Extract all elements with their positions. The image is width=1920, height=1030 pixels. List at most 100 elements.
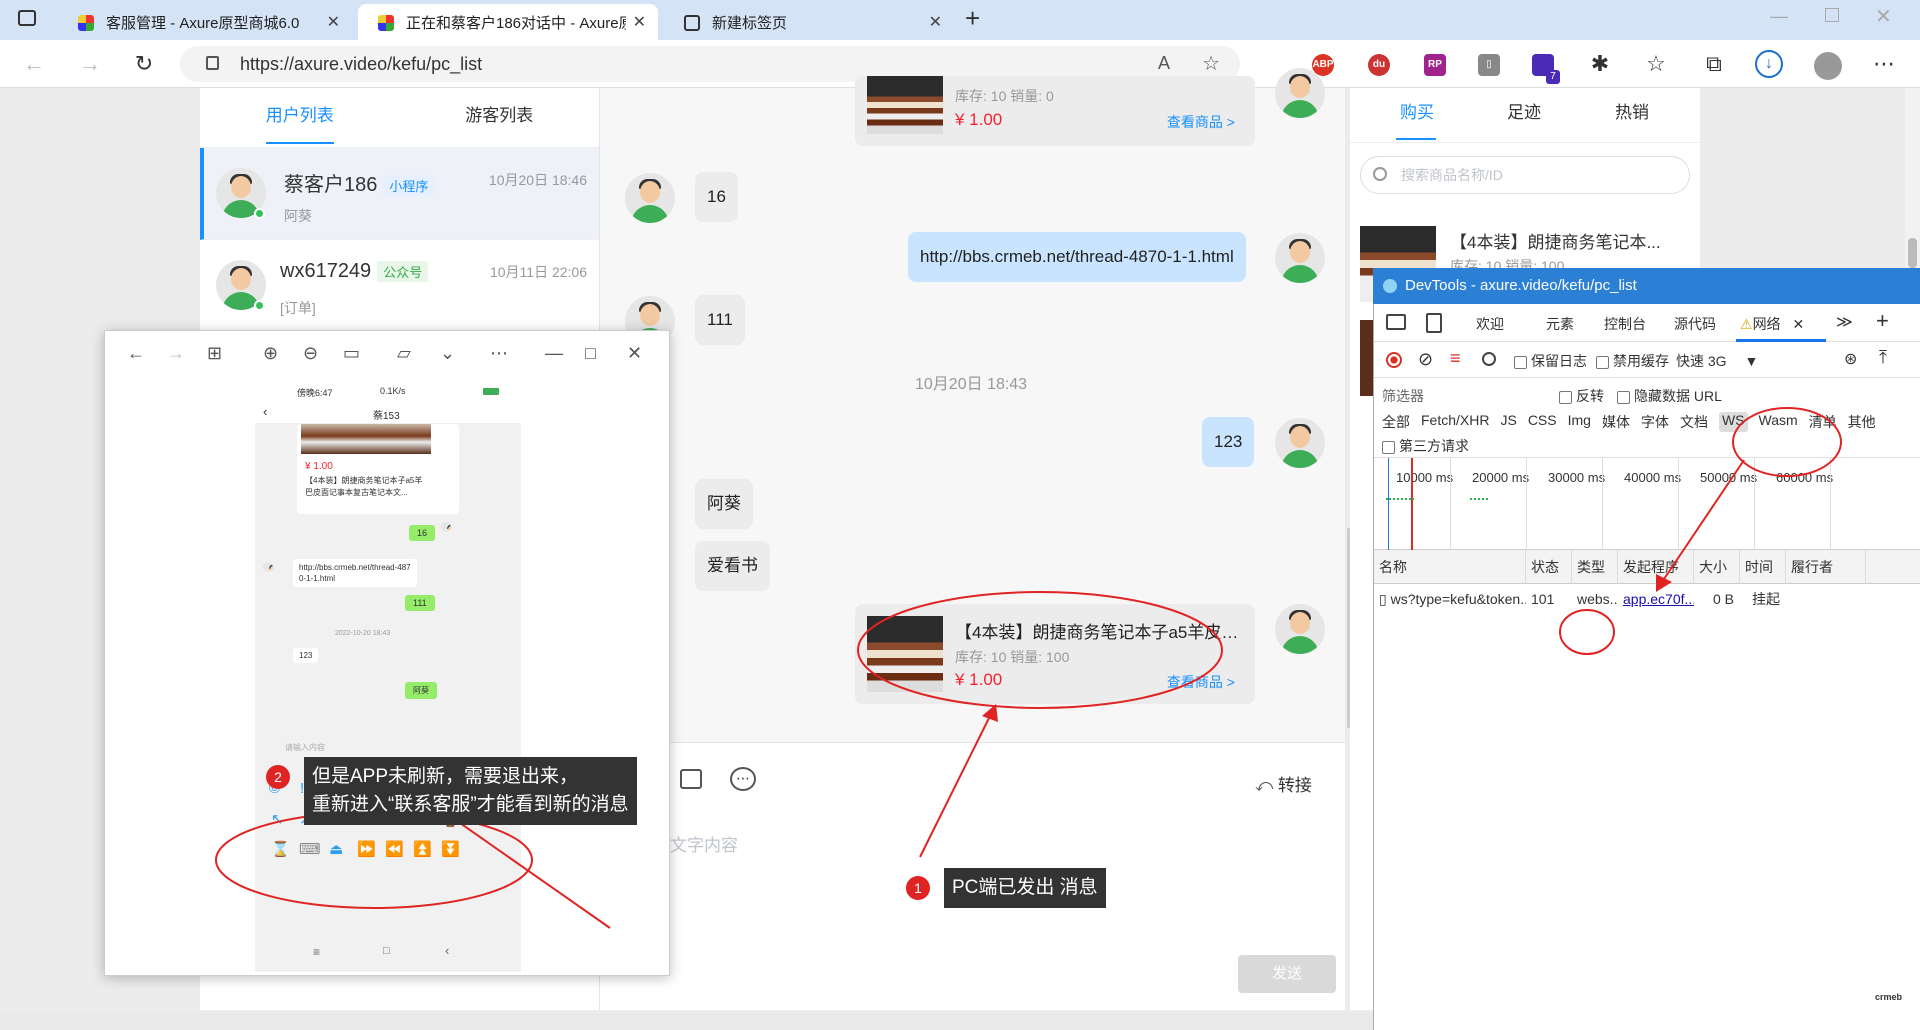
tab-hot[interactable]: 热销	[1615, 98, 1649, 123]
disable-cache-checkbox[interactable]: 禁用缓存	[1596, 351, 1669, 371]
emoji-icon[interactable]: ⏏	[329, 840, 343, 858]
emoji-icon[interactable]: ⌛	[271, 840, 290, 858]
request-initiator[interactable]: app.ec70f...	[1618, 584, 1694, 614]
devtools-tab-sources[interactable]: 源代码	[1674, 314, 1716, 334]
tab-purchase[interactable]: 购买	[1400, 98, 1434, 123]
device-icon[interactable]	[1426, 313, 1442, 333]
transfer-button[interactable]: ⤺ 转接	[1255, 771, 1312, 796]
minimize-icon[interactable]: —	[545, 343, 563, 364]
phone-product-card[interactable]: ¥ 1.00 【4本装】朗捷商务笔记本子a5羊巴皮面记事本复古笔记本文...	[297, 424, 459, 514]
invert-checkbox[interactable]: 反转	[1559, 386, 1604, 406]
grid-icon[interactable]: ⊞	[207, 343, 222, 364]
download-icon[interactable]: ↓	[1755, 50, 1783, 78]
type-filter-js[interactable]: JS	[1500, 412, 1516, 432]
emoji-icon[interactable]: ⏬	[441, 840, 460, 858]
collections-icon[interactable]: ⧉	[1700, 50, 1728, 78]
maximize-icon[interactable]	[1825, 8, 1839, 22]
column-status[interactable]: 状态	[1526, 550, 1572, 584]
zoom-out-icon[interactable]: ⊖	[303, 343, 318, 364]
close-icon[interactable]: ✕	[929, 12, 942, 32]
product-search-input[interactable]: 搜索商品名称/ID	[1360, 156, 1690, 194]
tab-actions-icon[interactable]	[18, 10, 36, 26]
more-tabs-icon[interactable]: ≫	[1836, 312, 1853, 332]
close-icon[interactable]: ✕	[327, 12, 340, 32]
type-filter-all[interactable]: 全部	[1382, 412, 1410, 432]
user-item[interactable]: wx617249 公众号 10月11日 22:06 [订单]	[200, 240, 599, 332]
devtools-tab-elements[interactable]: 元素	[1546, 314, 1574, 334]
type-filter-manifest[interactable]: 清单	[1809, 412, 1837, 432]
message-input[interactable]: 文字内容	[670, 831, 738, 856]
record-icon[interactable]	[1386, 352, 1402, 368]
message-bubble[interactable]: http://bbs.crmeb.net/thread-4870-1-1.htm…	[908, 232, 1246, 282]
filter-icon[interactable]: ≡	[1450, 348, 1461, 369]
browser-tab-1[interactable]: 客服管理 - Axure原型商城6.0 ✕	[58, 4, 352, 40]
new-tab-icon[interactable]: +	[965, 3, 980, 34]
browser-tab-2[interactable]: 正在和蔡客户186对话中 - Axure原型 ✕	[358, 4, 658, 40]
profile-avatar[interactable]	[1814, 52, 1842, 80]
extension-icon[interactable]: RP	[1424, 54, 1446, 76]
back-icon[interactable]: ←	[127, 343, 145, 364]
minimize-icon[interactable]: —	[1770, 6, 1788, 27]
column-type[interactable]: 类型	[1572, 550, 1618, 584]
upload-icon[interactable]: ⤒	[1879, 347, 1887, 368]
type-filter-wasm[interactable]: Wasm	[1759, 412, 1798, 432]
type-filter-css[interactable]: CSS	[1528, 412, 1557, 432]
back-icon[interactable]: ‹	[445, 943, 449, 958]
tab-footprint[interactable]: 足迹	[1507, 98, 1541, 123]
search-icon[interactable]	[1482, 352, 1496, 366]
type-filter-other[interactable]: 其他	[1848, 412, 1876, 432]
browser-tab-3[interactable]: 新建标签页 ✕	[664, 4, 954, 40]
devtools-tab-network[interactable]: ⚠网络 ✕	[1740, 314, 1804, 334]
type-filter-img[interactable]: Img	[1568, 412, 1591, 432]
more-icon[interactable]: ⋯	[490, 343, 508, 364]
back-icon[interactable]: ←	[20, 50, 48, 78]
devtools-title-bar[interactable]: DevTools - axure.video/kefu/pc_list	[1373, 268, 1920, 304]
column-initiator[interactable]: 发起程序	[1618, 550, 1694, 584]
type-filter-xhr[interactable]: Fetch/XHR	[1421, 412, 1489, 432]
close-icon[interactable]: ✕	[633, 12, 646, 32]
throttle-select[interactable]: 快速 3G ▼	[1676, 351, 1758, 371]
zoom-in-icon[interactable]: ⊕	[263, 343, 278, 364]
emoji-icon[interactable]: ⏫	[413, 840, 432, 858]
tab-user-list[interactable]: 用户列表	[200, 88, 400, 147]
refresh-icon[interactable]: ↻	[130, 50, 158, 78]
add-tab-icon[interactable]: +	[1876, 308, 1889, 334]
emoji-icon[interactable]: ⏩	[357, 840, 376, 858]
third-party-checkbox[interactable]: 第三方请求	[1382, 436, 1469, 456]
back-icon[interactable]: ‹	[263, 404, 267, 419]
filter-input[interactable]: 筛选器	[1382, 386, 1552, 406]
forward-icon[interactable]: →	[167, 343, 185, 364]
view-product-link[interactable]: 查看商品 >	[1167, 112, 1235, 132]
type-filter-doc[interactable]: 文档	[1680, 412, 1708, 432]
type-filter-ws[interactable]: WS	[1718, 412, 1748, 432]
emoji-icon[interactable]: ⌨	[299, 840, 321, 858]
favorites-icon[interactable]: ☆	[1642, 50, 1670, 78]
close-window-icon[interactable]: ✕	[1875, 4, 1892, 29]
tab-visitor-list[interactable]: 游客列表	[400, 88, 600, 147]
column-name[interactable]: 名称	[1374, 550, 1526, 584]
forward-icon[interactable]: →	[76, 50, 104, 78]
product-card[interactable]: 【4本装】朗捷商务笔记本子a5羊皮面记事本复古笔记本文具 库存: 10 销量: …	[855, 604, 1255, 704]
chevron-down-icon[interactable]: ⌄	[440, 343, 455, 364]
close-icon[interactable]: ✕	[627, 343, 642, 364]
user-item[interactable]: 蔡客户186 小程序 10月20日 18:46 阿葵	[200, 148, 599, 240]
phone-input[interactable]: 请输入内容	[285, 742, 465, 753]
devtools-tab-console[interactable]: 控制台	[1604, 314, 1646, 334]
preserve-log-checkbox[interactable]: 保留日志	[1514, 351, 1587, 371]
product-card[interactable]: 库存: 10 销量: 0 ¥ 1.00 查看商品 >	[855, 76, 1255, 146]
rotate-icon[interactable]: ▱	[397, 343, 411, 364]
clear-icon[interactable]: ⊘	[1418, 349, 1433, 370]
fit-icon[interactable]: ▭	[343, 343, 360, 364]
network-conditions-icon[interactable]: ⊛	[1844, 349, 1857, 369]
favorite-add-icon[interactable]: ☆	[1202, 51, 1220, 76]
view-product-link[interactable]: 查看商品 >	[1167, 672, 1235, 692]
hide-data-urls-checkbox[interactable]: 隐藏数据 URL	[1617, 386, 1722, 406]
column-time[interactable]: 时间	[1740, 550, 1786, 584]
image-icon[interactable]	[680, 769, 702, 789]
network-request-row[interactable]: ▯ ws?type=kefu&token... 101 webs... app.…	[1374, 584, 1920, 614]
inspect-icon[interactable]	[1386, 314, 1406, 330]
type-filter-font[interactable]: 字体	[1641, 412, 1669, 432]
emoji-icon[interactable]: ⏪	[385, 840, 404, 858]
emoji-icon[interactable]: ↖	[271, 810, 284, 828]
maximize-icon[interactable]: □	[585, 343, 596, 364]
